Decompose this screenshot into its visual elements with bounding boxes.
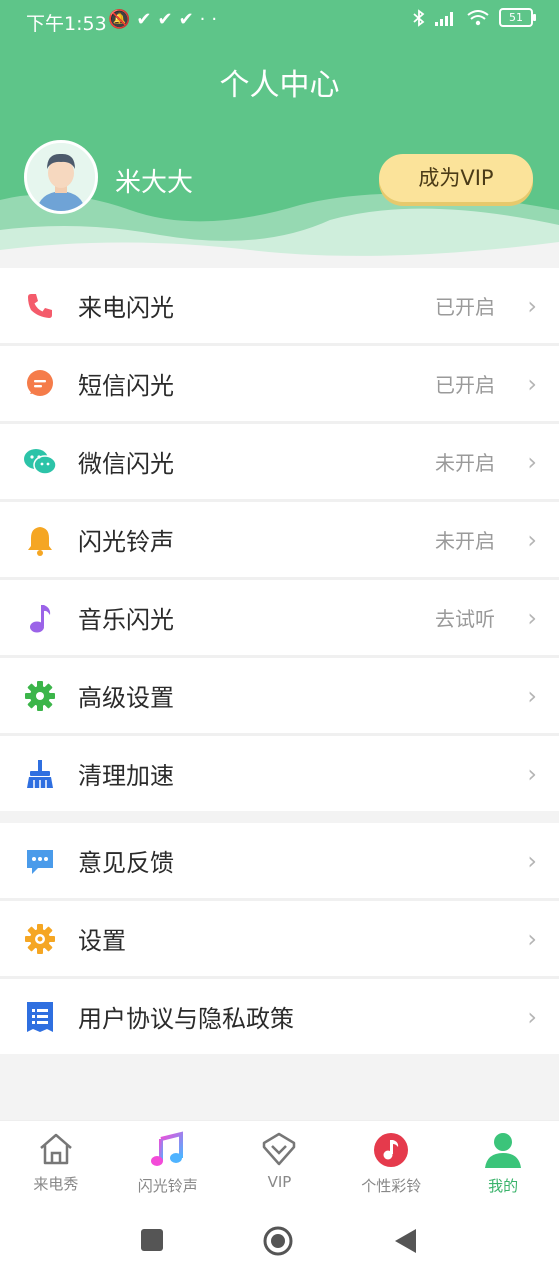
menu-item-feedback[interactable]: 意见反馈 › [0,823,559,901]
chevron-right-icon: › [527,846,537,875]
chevron-right-icon: › [527,603,537,632]
menu-item-label: 清理加速 [78,762,174,790]
menu-item-label: 设置 [78,927,126,955]
phone-icon [22,288,58,324]
recents-square-icon[interactable] [140,1228,164,1252]
menu-item-label: 闪光铃声 [78,528,174,556]
chevron-right-icon: › [527,681,537,710]
menu-item-status: 去试听 [435,607,495,631]
feedback-icon [22,843,58,879]
tab-label: 个性彩铃 [361,1177,422,1195]
menu-group-general: 意见反馈 › 设置 › 用户协议与隐私政策 › [0,823,559,1054]
tab-label: 来电秀 [33,1175,79,1193]
menu-item-advanced-settings[interactable]: 高级设置 › [0,658,559,736]
document-icon [22,999,58,1035]
username: 米大大 [115,168,194,198]
menu-item-sms-flash[interactable]: 短信闪光 已开启 › [0,346,559,424]
menu-item-status: 未开启 [435,451,495,475]
notification-icons: 🔕✔✔✔·· [108,9,224,30]
menu-item-status: 已开启 [435,373,495,397]
music-note-icon [22,600,58,636]
ringtone-icon [374,1133,409,1167]
message-icon [22,366,58,402]
tab-personal-ringtone[interactable]: 个性彩铃 [335,1121,447,1206]
menu-item-label: 短信闪光 [78,372,174,400]
chevron-right-icon: › [527,525,537,554]
system-nav-bar [0,1205,559,1280]
tab-vip[interactable]: VIP [224,1121,336,1206]
chevron-right-icon: › [527,369,537,398]
chevron-right-icon: › [527,759,537,788]
home-icon [40,1133,72,1165]
menu-item-music-flash[interactable]: 音乐闪光 去试听 › [0,580,559,658]
tab-label: 闪光铃声 [137,1177,198,1195]
menu-item-clean-speedup[interactable]: 清理加速 › [0,736,559,811]
broom-icon [22,756,58,792]
settings-gear-icon [22,921,58,957]
menu-item-label: 微信闪光 [78,450,174,478]
status-time: 下午1:53 [26,13,107,35]
menu-item-user-agreement-privacy[interactable]: 用户协议与隐私政策 › [0,979,559,1054]
signal-icon [435,11,453,26]
wechat-icon [22,444,58,480]
menu-item-label: 用户协议与隐私政策 [78,1005,294,1033]
avatar[interactable] [24,140,98,214]
music-icon [150,1131,183,1166]
menu-item-flash-ringtone[interactable]: 闪光铃声 未开启 › [0,502,559,580]
menu-item-status: 已开启 [435,295,495,319]
become-vip-button[interactable]: 成为VIP [379,154,533,202]
menu-item-label: 音乐闪光 [78,606,174,634]
battery-icon: 51 [499,8,536,27]
menu-item-status: 未开启 [435,529,495,553]
chevron-right-icon: › [527,1002,537,1031]
chevron-right-icon: › [527,447,537,476]
menu-item-settings[interactable]: 设置 › [0,901,559,979]
menu-item-label: 意见反馈 [78,849,174,877]
tab-call-show[interactable]: 来电秀 [0,1121,112,1206]
tab-label: 我的 [488,1177,519,1195]
status-right: 51 [413,8,536,27]
back-triangle-icon[interactable] [394,1228,418,1254]
avatar-image [27,143,95,211]
header: 下午1:53 🔕✔✔✔·· 51 个人中心 米大大 成为VIP [0,0,559,268]
menu-item-label: 高级设置 [78,684,174,712]
home-circle-icon[interactable] [262,1225,294,1257]
bluetooth-icon [413,8,425,27]
gear-icon [22,678,58,714]
bell-icon [22,522,58,558]
chevron-right-icon: › [527,924,537,953]
menu-group-features: 来电闪光 已开启 › 短信闪光 已开启 › 微信闪光 未开启 › 闪光铃声 未开… [0,268,559,811]
menu-item-label: 来电闪光 [78,294,174,322]
menu-item-call-flash[interactable]: 来电闪光 已开启 › [0,268,559,346]
tab-label: VIP [267,1173,292,1191]
tab-flash-ringtone[interactable]: 闪光铃声 [112,1121,224,1206]
menu-item-wechat-flash[interactable]: 微信闪光 未开启 › [0,424,559,502]
tab-profile[interactable]: 我的 [447,1121,559,1206]
diamond-icon [263,1132,296,1166]
page-title: 个人中心 [219,68,340,103]
chevron-right-icon: › [527,291,537,320]
status-bar: 下午1:53 🔕✔✔✔·· 51 [0,0,559,42]
wifi-icon [467,9,489,25]
profile-icon [485,1133,522,1168]
bottom-tab-bar: 来电秀 闪光铃声 VIP 个性彩铃 我的 [0,1120,559,1206]
